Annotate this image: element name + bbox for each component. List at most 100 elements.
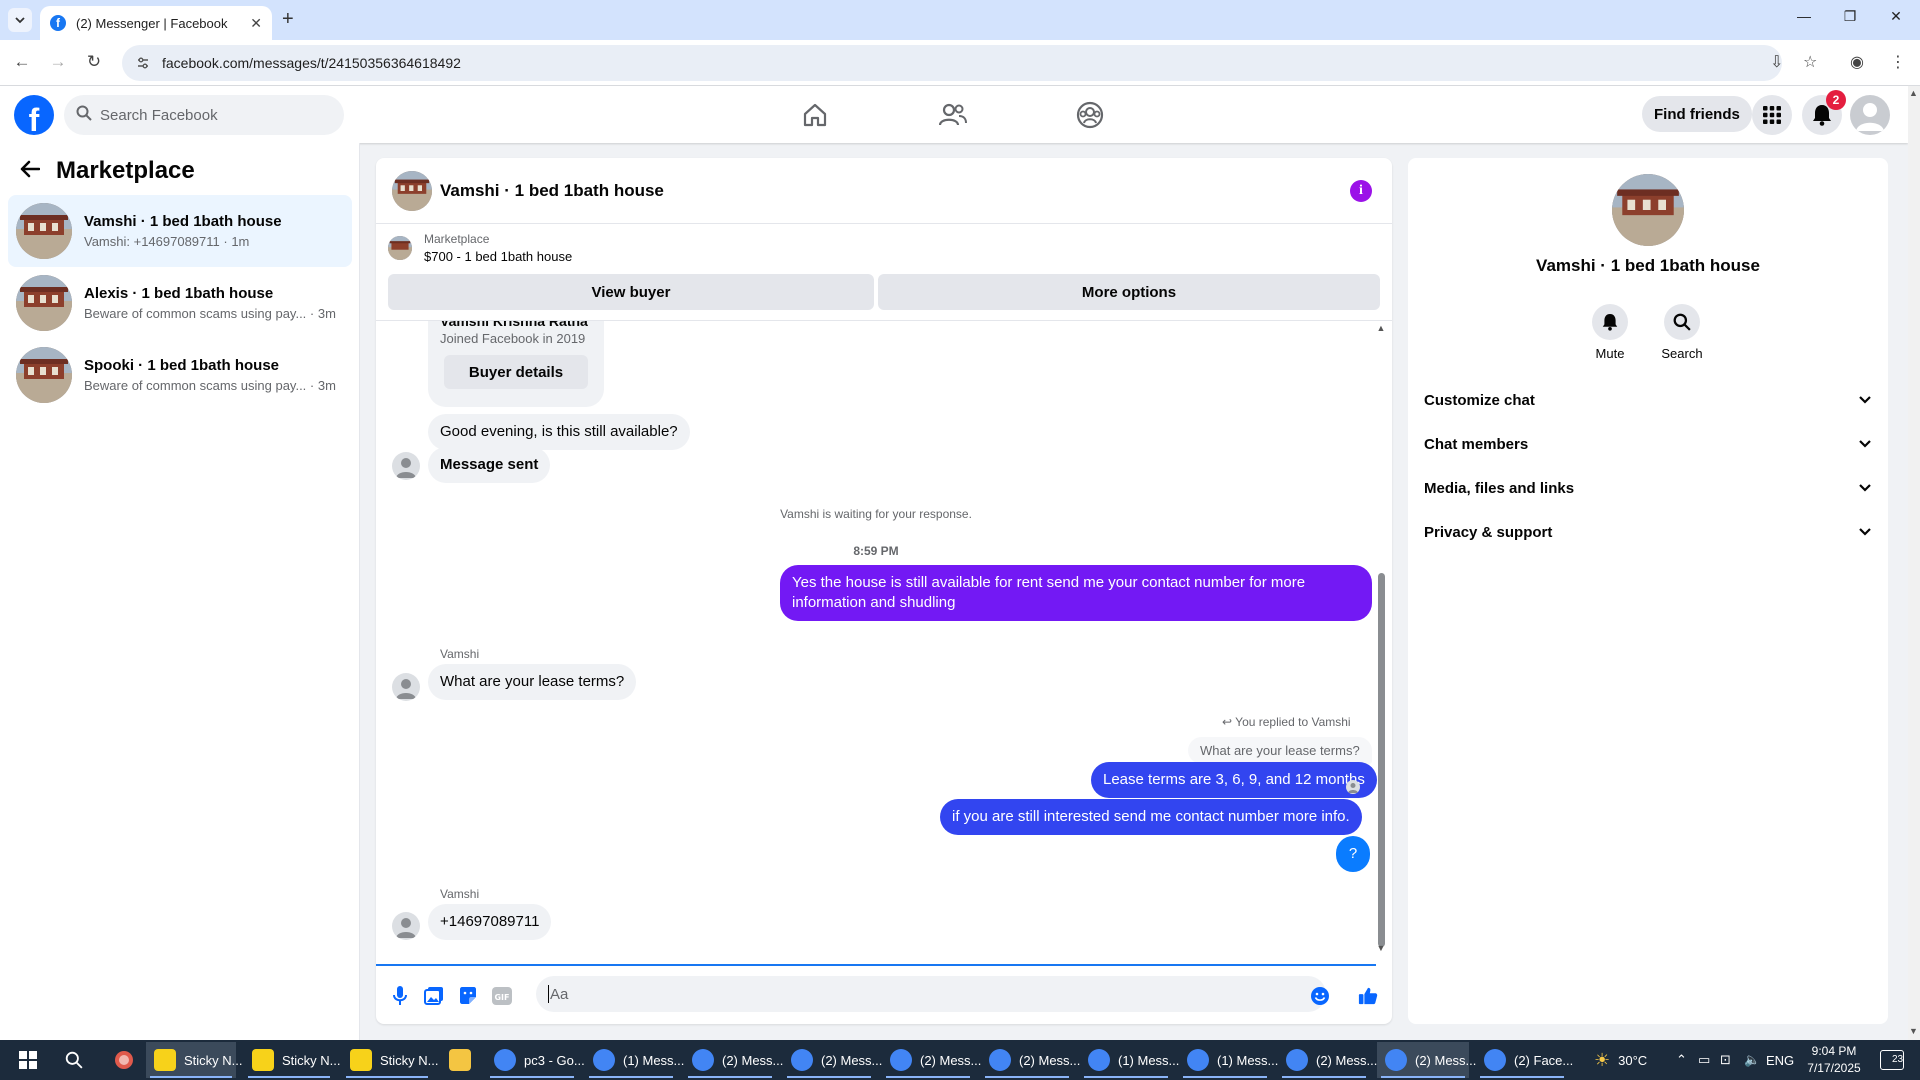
browser-menu-icon[interactable]: ⋮: [1890, 52, 1906, 72]
back-arrow-icon[interactable]: ←: [10, 50, 34, 74]
taskbar-app[interactable]: (2) Mess...: [783, 1042, 882, 1078]
snipping-tool-icon[interactable]: [104, 1042, 144, 1078]
search-in-conversation-button[interactable]: Search: [1652, 304, 1712, 361]
emoji-icon[interactable]: [1310, 986, 1330, 1006]
marketplace-listing-row[interactable]: Marketplace $700 - 1 bed 1bath house: [388, 232, 572, 264]
listing-avatar[interactable]: [1612, 174, 1684, 246]
conversation-item[interactable]: Alexis · 1 bed 1bath house Beware of com…: [8, 267, 352, 339]
forward-arrow-icon[interactable]: →: [46, 50, 70, 74]
menu-grid-icon[interactable]: [1752, 95, 1792, 135]
incoming-message: Good evening, is this still available?: [428, 414, 690, 450]
show-hidden-icons-icon[interactable]: ⌃: [1676, 1040, 1687, 1080]
mute-button[interactable]: Mute: [1580, 304, 1640, 361]
message-scrollbar[interactable]: ▲ ▼: [1376, 323, 1386, 955]
system-clock[interactable]: 9:04 PM 7/17/2025: [1792, 1043, 1876, 1077]
sender-avatar[interactable]: [392, 673, 420, 701]
friends-icon[interactable]: [938, 100, 968, 130]
install-app-icon[interactable]: ⇩: [1770, 52, 1783, 72]
browser-tab-messenger[interactable]: f (2) Messenger | Facebook ✕: [40, 6, 272, 40]
sender-avatar[interactable]: [392, 912, 420, 940]
account-avatar[interactable]: [1850, 95, 1890, 135]
marketplace-label: Marketplace: [424, 232, 490, 246]
taskbar-app[interactable]: (1) Mess...: [1179, 1042, 1278, 1078]
weather-widget[interactable]: ☀ 30°C: [1594, 1040, 1647, 1080]
customize-chat-section[interactable]: Customize chat: [1424, 378, 1872, 422]
input-language[interactable]: ENG: [1766, 1040, 1794, 1080]
chevron-down-icon: [1858, 392, 1872, 409]
reload-icon[interactable]: ↻: [82, 50, 106, 74]
chevron-down-icon: [1858, 480, 1872, 497]
listing-thumbnail: [16, 203, 72, 259]
conversation-item[interactable]: Vamshi · 1 bed 1bath house Vamshi: +1469…: [8, 195, 352, 267]
taskbar-app[interactable]: (1) Mess...: [1080, 1042, 1179, 1078]
site-info-icon[interactable]: [136, 56, 150, 70]
close-window-icon[interactable]: ✕: [1886, 8, 1906, 25]
message-thread[interactable]: Vamshi Krishna Ratha Joined Facebook in …: [376, 321, 1392, 961]
usb-device-icon[interactable]: ▭: [1698, 1040, 1710, 1080]
taskbar-app[interactable]: (2) Mess...: [684, 1042, 783, 1078]
active-indicator: [688, 1076, 772, 1078]
back-arrow-icon[interactable]: [20, 158, 41, 184]
close-tab-icon[interactable]: ✕: [250, 15, 262, 32]
facebook-search-input[interactable]: Search Facebook: [64, 95, 344, 135]
chrome-icon: [692, 1049, 714, 1071]
thumbs-up-icon[interactable]: [1358, 986, 1378, 1006]
facebook-logo-icon[interactable]: f: [14, 95, 54, 135]
restore-window-icon[interactable]: ❐: [1840, 8, 1860, 25]
page-scrollbar[interactable]: ▲ ▼: [1908, 86, 1920, 1040]
start-button[interactable]: [6, 1042, 50, 1078]
sticker-icon[interactable]: [458, 986, 478, 1006]
view-buyer-button[interactable]: View buyer: [388, 274, 874, 310]
more-options-button[interactable]: More options: [878, 274, 1380, 310]
conversation-list-panel: Marketplace Vamshi · 1 bed 1bath house V…: [0, 143, 360, 1040]
chat-listing-thumbnail[interactable]: [392, 170, 432, 211]
chat-title[interactable]: Vamshi · 1 bed 1bath house: [440, 181, 664, 201]
conversation-item[interactable]: Spooki · 1 bed 1bath house Beware of com…: [8, 339, 352, 411]
groups-icon[interactable]: [1075, 100, 1105, 130]
notification-center-icon[interactable]: 23: [1880, 1040, 1904, 1080]
taskbar-app-label: (1) Mess...: [1118, 1052, 1180, 1068]
file-explorer-icon[interactable]: [440, 1042, 480, 1078]
buyer-details-button[interactable]: Buyer details: [444, 355, 588, 389]
chat-members-section[interactable]: Chat members: [1424, 422, 1872, 466]
taskbar-app[interactable]: (2) Mess...: [882, 1042, 981, 1078]
home-icon[interactable]: [800, 100, 830, 130]
scroll-up-icon[interactable]: ▲: [1376, 323, 1386, 333]
scrollbar-thumb[interactable]: [1378, 573, 1385, 947]
taskbar-app[interactable]: (2) Face...: [1476, 1042, 1573, 1078]
taskbar-app[interactable]: pc3 - Go...: [486, 1042, 585, 1078]
media-files-links-section[interactable]: Media, files and links: [1424, 466, 1872, 510]
taskbar-app-active[interactable]: (2) Mess...: [1377, 1042, 1476, 1078]
minimize-window-icon[interactable]: —: [1794, 8, 1814, 24]
url-field[interactable]: facebook.com/messages/t/2415035636461849…: [122, 45, 1782, 81]
conversation-info-icon[interactable]: i: [1350, 180, 1372, 202]
profile-account-icon[interactable]: ◉: [1850, 52, 1864, 72]
network-icon[interactable]: ⊡: [1720, 1040, 1731, 1080]
page-scroll-down-icon[interactable]: ▼: [1909, 1026, 1918, 1036]
sender-avatar[interactable]: [392, 452, 420, 480]
taskbar-app[interactable]: Sticky N...: [146, 1042, 243, 1078]
tab-search-dropdown-icon[interactable]: [8, 8, 32, 32]
privacy-support-section[interactable]: Privacy & support: [1424, 510, 1872, 554]
taskbar-app[interactable]: (1) Mess...: [585, 1042, 684, 1078]
page-scroll-up-icon[interactable]: ▲: [1909, 88, 1918, 98]
taskbar-app[interactable]: (2) Mess...: [981, 1042, 1080, 1078]
gif-icon[interactable]: GIF: [492, 986, 512, 1006]
taskbar-search-icon[interactable]: [54, 1042, 94, 1078]
microphone-icon[interactable]: [390, 986, 410, 1006]
photo-attach-icon[interactable]: [424, 986, 444, 1006]
taskbar-app[interactable]: Sticky N...: [244, 1042, 341, 1078]
find-friends-button[interactable]: Find friends: [1642, 96, 1752, 132]
listing-thumbnail: [16, 275, 72, 331]
bookmark-star-icon[interactable]: ☆: [1803, 52, 1817, 72]
taskbar-app[interactable]: Sticky N...: [342, 1042, 439, 1078]
volume-icon[interactable]: 🔈: [1744, 1040, 1760, 1080]
taskbar-app-label: (2) Mess...: [920, 1052, 982, 1068]
scroll-down-icon[interactable]: ▼: [1376, 943, 1386, 953]
sender-name: Vamshi: [440, 647, 480, 661]
message-input[interactable]: Aa: [536, 976, 1326, 1012]
new-tab-icon[interactable]: +: [282, 8, 294, 31]
chrome-icon: [791, 1049, 813, 1071]
quoted-message[interactable]: What are your lease terms?: [1188, 737, 1372, 764]
taskbar-app[interactable]: (2) Mess...: [1278, 1042, 1377, 1078]
